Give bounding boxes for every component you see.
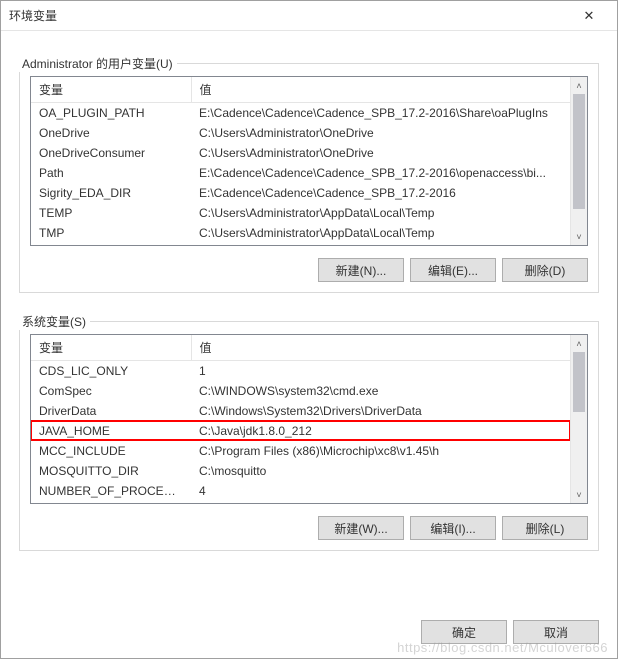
var-cell: OneDrive: [31, 123, 191, 143]
system-vars-table-wrap: 变量 值 CDS_LIC_ONLY1ComSpecC:\WINDOWS\syst…: [30, 334, 588, 504]
titlebar: 环境变量 ✕: [1, 1, 617, 31]
val-cell: C:\mosquitto: [191, 461, 587, 481]
system-col-var[interactable]: 变量: [31, 335, 191, 361]
system-scrollbar[interactable]: ˄ ˅: [570, 335, 587, 503]
var-cell: OA_PLUGIN_PATH: [31, 103, 191, 123]
system-vars-group: 系统变量(S) 变量 值 CDS_LIC_ONLY1ComSpecC:\WIND…: [19, 321, 599, 551]
env-vars-dialog: 环境变量 ✕ Administrator 的用户变量(U) 变量 值: [0, 0, 618, 659]
val-cell: C:\Users\Administrator\AppData\Local\Tem…: [191, 223, 587, 243]
val-cell: 1: [191, 361, 587, 381]
system-vars-label: 系统变量(S): [18, 313, 90, 330]
scroll-down-icon[interactable]: ˅: [571, 228, 587, 245]
var-cell: NUMBER_OF_PROCESSORS: [31, 481, 191, 501]
var-cell: Path: [31, 163, 191, 183]
val-cell: E:\Cadence\Cadence\Cadence_SPB_17.2-2016…: [191, 103, 587, 123]
var-cell: TMP: [31, 223, 191, 243]
table-row[interactable]: TEMPC:\Users\Administrator\AppData\Local…: [31, 203, 587, 223]
system-delete-button[interactable]: 删除(L): [502, 516, 588, 540]
table-row[interactable]: MOSQUITTO_DIRC:\mosquitto: [31, 461, 587, 481]
val-cell: C:\WINDOWS\system32\cmd.exe: [191, 381, 587, 401]
table-row[interactable]: DriverDataC:\Windows\System32\Drivers\Dr…: [31, 401, 587, 421]
user-delete-button[interactable]: 删除(D): [502, 258, 588, 282]
val-cell: C:\Users\Administrator\OneDrive: [191, 123, 587, 143]
table-row[interactable]: Sigrity_EDA_DIRE:\Cadence\Cadence\Cadenc…: [31, 183, 587, 203]
val-cell: E:\Cadence\Cadence\Cadence_SPB_17.2-2016…: [191, 163, 587, 183]
user-edit-button[interactable]: 编辑(E)...: [410, 258, 496, 282]
val-cell: E:\Cadence\Cadence\Cadence_SPB_17.2-2016: [191, 183, 587, 203]
cancel-button[interactable]: 取消: [513, 620, 599, 644]
system-button-row: 新建(W)... 编辑(I)... 删除(L): [30, 516, 588, 540]
system-edit-button[interactable]: 编辑(I)...: [410, 516, 496, 540]
val-cell: C:\Users\Administrator\OneDrive: [191, 143, 587, 163]
val-cell: C:\Program Files (x86)\Microchip\xc8\v1.…: [191, 441, 587, 461]
var-cell: CDS_LIC_ONLY: [31, 361, 191, 381]
var-cell: DriverData: [31, 401, 191, 421]
table-row[interactable]: ComSpecC:\WINDOWS\system32\cmd.exe: [31, 381, 587, 401]
table-row[interactable]: JAVA_HOMEC:\Java\jdk1.8.0_212: [31, 421, 587, 441]
ok-button[interactable]: 确定: [421, 620, 507, 644]
table-row[interactable]: CDS_LIC_ONLY1: [31, 361, 587, 381]
var-cell: JAVA_HOME: [31, 421, 191, 441]
table-row[interactable]: TMPC:\Users\Administrator\AppData\Local\…: [31, 223, 587, 243]
user-new-button[interactable]: 新建(N)...: [318, 258, 404, 282]
val-cell: 4: [191, 481, 587, 501]
table-row[interactable]: OA_PLUGIN_PATHE:\Cadence\Cadence\Cadence…: [31, 103, 587, 123]
user-scrollbar[interactable]: ˄ ˅: [570, 77, 587, 245]
scroll-down-icon[interactable]: ˅: [571, 486, 587, 503]
user-vars-table[interactable]: 变量 值: [31, 77, 587, 103]
system-col-val[interactable]: 值: [191, 335, 587, 361]
system-scroll-thumb[interactable]: [573, 352, 585, 412]
system-vars-table[interactable]: 变量 值: [31, 335, 587, 361]
dialog-footer: 确定 取消: [1, 608, 617, 658]
table-row[interactable]: OneDriveConsumerC:\Users\Administrator\O…: [31, 143, 587, 163]
var-cell: MCC_INCLUDE: [31, 441, 191, 461]
table-row[interactable]: OneDriveC:\Users\Administrator\OneDrive: [31, 123, 587, 143]
var-cell: MOSQUITTO_DIR: [31, 461, 191, 481]
table-row[interactable]: MCC_INCLUDEC:\Program Files (x86)\Microc…: [31, 441, 587, 461]
val-cell: C:\Users\Administrator\AppData\Local\Tem…: [191, 203, 587, 223]
close-button[interactable]: ✕: [569, 2, 609, 30]
close-icon: ✕: [584, 8, 595, 24]
window-title: 环境变量: [9, 7, 569, 24]
val-cell: C:\Java\jdk1.8.0_212: [191, 421, 587, 441]
user-col-val[interactable]: 值: [191, 77, 587, 103]
scroll-up-icon[interactable]: ˄: [571, 335, 587, 352]
var-cell: TEMP: [31, 203, 191, 223]
user-vars-table-wrap: 变量 值 OA_PLUGIN_PATHE:\Cadence\Cadence\Ca…: [30, 76, 588, 246]
dialog-body: Administrator 的用户变量(U) 变量 值 OA_PLUGIN_PA…: [1, 31, 617, 608]
var-cell: ComSpec: [31, 381, 191, 401]
table-row[interactable]: PathE:\Cadence\Cadence\Cadence_SPB_17.2-…: [31, 163, 587, 183]
user-button-row: 新建(N)... 编辑(E)... 删除(D): [30, 258, 588, 282]
system-new-button[interactable]: 新建(W)...: [318, 516, 404, 540]
user-col-var[interactable]: 变量: [31, 77, 191, 103]
user-vars-group: Administrator 的用户变量(U) 变量 值 OA_PLUGIN_PA…: [19, 63, 599, 293]
var-cell: OneDriveConsumer: [31, 143, 191, 163]
scroll-up-icon[interactable]: ˄: [571, 77, 587, 94]
user-vars-label: Administrator 的用户变量(U): [18, 55, 177, 72]
var-cell: Sigrity_EDA_DIR: [31, 183, 191, 203]
user-scroll-thumb[interactable]: [573, 94, 585, 209]
val-cell: C:\Windows\System32\Drivers\DriverData: [191, 401, 587, 421]
table-row[interactable]: NUMBER_OF_PROCESSORS4: [31, 481, 587, 501]
